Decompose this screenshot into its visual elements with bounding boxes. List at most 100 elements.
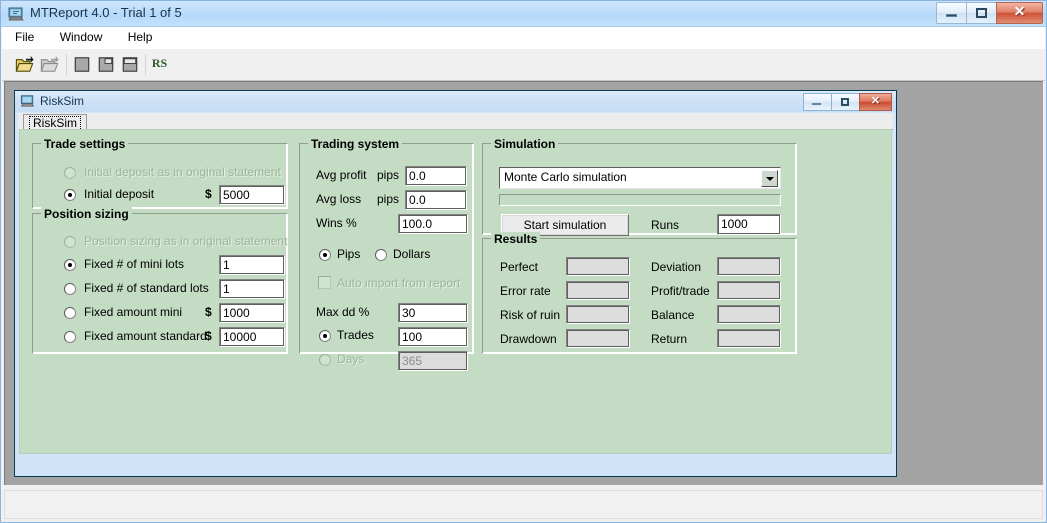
menu-item-file[interactable]: File: [6, 27, 43, 47]
risksim-content-pane: Trade settings Initial deposit as in ori…: [19, 129, 892, 454]
label-wins-pct: Wins %: [316, 216, 357, 230]
save-folder-icon: [40, 55, 59, 72]
avg-loss-input[interactable]: 0.0: [405, 190, 467, 210]
label-days: Days: [337, 352, 365, 366]
radio-fixed-standard-lots[interactable]: [64, 283, 76, 295]
max-dd-input[interactable]: 30: [398, 303, 468, 323]
return-value: [717, 329, 781, 348]
initial-deposit-input[interactable]: 5000: [219, 185, 285, 205]
radio-trades[interactable]: [319, 330, 331, 342]
close-window-button[interactable]: [70, 53, 94, 76]
title-bar: MTReport 4.0 - Trial 1 of 5 ✕: [1, 1, 1046, 27]
fixed-mini-lots-input[interactable]: 1: [219, 255, 285, 275]
radio-days[interactable]: [319, 354, 331, 366]
label-position-sizing-original: Position sizing as in original statement: [84, 234, 288, 248]
label-auto-import: Auto import from report: [337, 276, 461, 290]
maximize-icon: [841, 98, 849, 106]
radio-fixed-mini-lots[interactable]: [64, 259, 76, 271]
label-trades: Trades: [337, 328, 374, 342]
label-risk-of-ruin: Risk of ruin: [500, 308, 561, 322]
open-folder-icon: [15, 55, 34, 72]
trading-system-title: Trading system: [308, 137, 403, 151]
application-window: MTReport 4.0 - Trial 1 of 5 ✕ File Windo…: [0, 0, 1047, 523]
risksim-child-window: RiskSim ✕ RiskSim Trade settings Initial…: [14, 90, 897, 477]
fixed-amount-mini-currency: $: [205, 305, 212, 319]
label-error-rate: Error rate: [500, 284, 551, 298]
tile-windows-button[interactable]: [118, 53, 142, 76]
fixed-amount-mini-input[interactable]: 1000: [219, 303, 285, 323]
risksim-button[interactable]: RS: [148, 53, 171, 76]
label-max-dd: Max dd %: [316, 305, 370, 319]
risksim-icon: [20, 95, 35, 107]
label-avg-profit-unit: pips: [377, 168, 400, 182]
label-fixed-standard-lots: Fixed # of standard lots: [84, 281, 209, 295]
label-perfect: Perfect: [500, 260, 539, 274]
child-minimize-button[interactable]: [803, 93, 832, 111]
label-initial-deposit-original: Initial deposit as in original statement: [84, 165, 281, 179]
simulation-mode-select[interactable]: Monte Carlo simulation: [499, 167, 781, 189]
label-fixed-amount-mini: Fixed amount mini: [84, 305, 183, 319]
close-button[interactable]: ✕: [996, 2, 1043, 24]
toolbar: RS: [2, 49, 1045, 81]
label-drawdown: Drawdown: [500, 332, 557, 346]
radio-pips[interactable]: [319, 249, 331, 261]
label-deviation: Deviation: [651, 260, 702, 274]
cascade-windows-icon: [98, 57, 114, 72]
initial-deposit-currency: $: [205, 187, 212, 201]
menu-item-window[interactable]: Window: [51, 27, 112, 47]
label-initial-deposit: Initial deposit: [84, 187, 155, 201]
label-avg-profit: Avg profit: [316, 168, 367, 182]
position-sizing-title: Position sizing: [41, 207, 132, 221]
radio-position-sizing-original[interactable]: [64, 236, 76, 248]
days-input[interactable]: 365: [398, 351, 468, 371]
tab-strip: RiskSim: [18, 113, 893, 131]
cascade-windows-button[interactable]: [94, 53, 118, 76]
wins-pct-input[interactable]: 100.0: [398, 214, 468, 234]
open-file-button[interactable]: [13, 53, 37, 76]
child-maximize-button[interactable]: [831, 93, 860, 111]
tab-risksim[interactable]: RiskSim: [23, 114, 87, 131]
runs-input[interactable]: 1000: [717, 214, 781, 235]
simulation-title: Simulation: [491, 137, 559, 151]
results-group: Results Perfect Deviation Error rate Pro…: [482, 232, 797, 354]
label-pips: Pips: [337, 247, 361, 261]
close-icon: ✕: [1013, 5, 1026, 20]
label-balance: Balance: [651, 308, 695, 322]
minimize-button[interactable]: [936, 2, 967, 24]
fixed-standard-lots-input[interactable]: 1: [219, 279, 285, 299]
avg-profit-input[interactable]: 0.0: [405, 166, 467, 186]
fixed-amount-standard-currency: $: [205, 329, 212, 343]
maximize-icon: [976, 8, 987, 18]
deviation-value: [717, 257, 781, 276]
maximize-button[interactable]: [966, 2, 997, 24]
label-dollars: Dollars: [393, 247, 431, 261]
close-icon: ✕: [870, 95, 881, 107]
toolbar-separator-2: [145, 54, 146, 75]
trades-input[interactable]: 100: [398, 327, 468, 347]
save-file-button[interactable]: [38, 53, 62, 76]
status-bar: [4, 490, 1043, 519]
app-report-icon: [8, 7, 24, 21]
window-controls: ✕: [936, 2, 1043, 24]
trade-settings-group: Trade settings Initial deposit as in ori…: [32, 137, 288, 209]
child-title-bar: RiskSim ✕: [15, 91, 896, 112]
radio-fixed-amount-mini[interactable]: [64, 307, 76, 319]
radio-fixed-amount-standard[interactable]: [64, 331, 76, 343]
minimize-icon: [812, 103, 821, 105]
child-close-button[interactable]: ✕: [859, 93, 892, 111]
perfect-value: [566, 257, 630, 276]
label-return: Return: [651, 332, 688, 346]
radio-initial-deposit[interactable]: [64, 189, 76, 201]
label-avg-loss-unit: pips: [377, 192, 400, 206]
tile-windows-icon: [122, 57, 138, 72]
radio-dollars[interactable]: [375, 249, 387, 261]
fixed-amount-standard-input[interactable]: 10000: [219, 327, 285, 347]
menu-item-help[interactable]: Help: [119, 27, 162, 47]
checkbox-auto-import[interactable]: [318, 276, 331, 289]
mdi-client-area: RiskSim ✕ RiskSim Trade settings Initial…: [4, 81, 1043, 485]
chevron-down-icon[interactable]: [761, 170, 778, 187]
label-fixed-amount-standard: Fixed amount standard: [84, 329, 207, 343]
label-profit-trade: Profit/trade: [651, 284, 710, 298]
label-runs: Runs: [651, 218, 680, 232]
radio-initial-deposit-original[interactable]: [64, 167, 76, 179]
